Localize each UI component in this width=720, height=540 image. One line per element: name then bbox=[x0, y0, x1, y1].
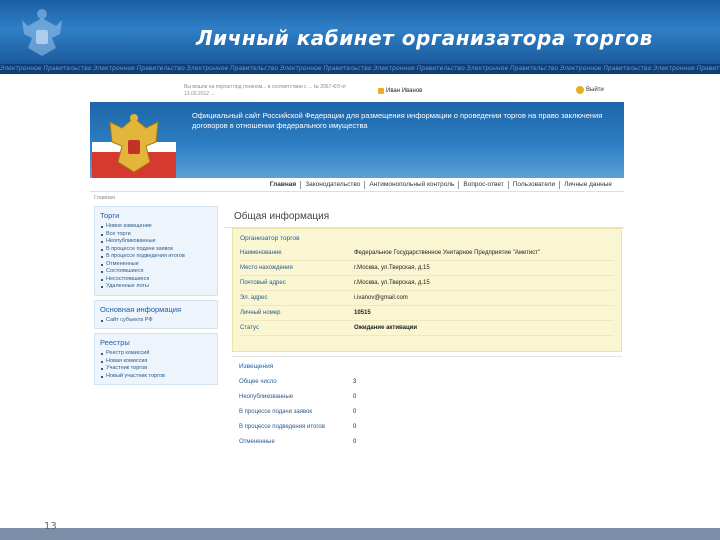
stat-value: 0 bbox=[353, 393, 357, 400]
sidebar-title-registry[interactable]: Реестры bbox=[100, 338, 212, 347]
exit-link[interactable]: Выйти bbox=[586, 87, 604, 93]
stat-value: 0 bbox=[353, 438, 357, 445]
sidebar-item-cancelled[interactable]: Отмененные bbox=[100, 261, 212, 269]
notices-stats-box: Извещения Общее число 3 Неопубликованные… bbox=[232, 356, 622, 446]
nav-item-personal-data[interactable]: Личные данные bbox=[560, 181, 616, 189]
notices-title: Извещения bbox=[239, 363, 274, 370]
sidebar-item-new-participant[interactable]: Новый участник торгов bbox=[100, 373, 212, 381]
stat-row: В процессе подачи заявок 0 bbox=[239, 404, 615, 419]
organizer-label: Место нахождения bbox=[240, 265, 293, 271]
page-title: Общая информация bbox=[224, 206, 624, 228]
sidebar-item-results[interactable]: В процессе подведения итогов bbox=[100, 253, 212, 261]
sidebar-item-applications[interactable]: В процессе подачи заявок bbox=[100, 246, 212, 254]
website-screenshot: Вы вошли на портал под логином... в соот… bbox=[90, 80, 624, 446]
sidebar-item-commission-registry[interactable]: Реестр комиссий bbox=[100, 350, 212, 358]
organizer-row: Личный номер 10515 bbox=[240, 306, 614, 321]
organizer-value: г.Москва, ул.Тверская, д.15 bbox=[354, 280, 430, 286]
sidebar-item-failed[interactable]: Несостоявшиеся bbox=[100, 276, 212, 284]
double-headed-eagle-icon bbox=[92, 114, 176, 180]
organizer-row: Эл. адрес i.ivanov@gmail.com bbox=[240, 291, 614, 306]
nav-item-antimonopoly[interactable]: Антимонопольный контроль bbox=[365, 181, 460, 189]
user-icon bbox=[378, 88, 384, 94]
organizer-email[interactable]: i.ivanov@gmail.com bbox=[354, 295, 408, 301]
stat-row: Неопубликованные 0 bbox=[239, 389, 615, 404]
sidebar-title-torgi[interactable]: Торги bbox=[100, 211, 212, 220]
sidebar-title-info[interactable]: Основная информация bbox=[100, 305, 212, 314]
organizer-label: Личный номер bbox=[240, 310, 281, 316]
organizer-label: Почтовый адрес bbox=[240, 280, 286, 286]
nav-item-faq[interactable]: Вопрос-ответ bbox=[459, 181, 509, 189]
organizer-title: Организатор торгов bbox=[240, 235, 300, 242]
organizer-row: Наименование Федеральное Государственное… bbox=[240, 246, 614, 261]
organizer-value: Федеральное Государственное Унитарное Пр… bbox=[354, 250, 541, 256]
main-nav: Главная Законодательство Антимонопольный… bbox=[90, 178, 624, 192]
sidebar-item-all-torgi[interactable]: Все торги bbox=[100, 231, 212, 239]
nav-item-home[interactable]: Главная bbox=[266, 181, 302, 189]
sidebar-item-new-notice[interactable]: Новое извещение bbox=[100, 223, 212, 231]
organizer-row: Почтовый адрес г.Москва, ул.Тверская, д.… bbox=[240, 276, 614, 291]
main-content: Общая информация Организатор торгов Наим… bbox=[224, 206, 624, 446]
stat-value: 3 bbox=[353, 378, 357, 385]
login-bar: Вы вошли на портал под логином... в соот… bbox=[90, 80, 624, 102]
footer-strip bbox=[0, 528, 720, 540]
sidebar-section-torgi: Торги Новое извещение Все торги Неопубли… bbox=[94, 206, 218, 296]
nav-item-users[interactable]: Пользователи bbox=[509, 181, 561, 189]
sidebar-section-info: Основная информация Сайт субъекта РФ bbox=[94, 299, 218, 329]
sidebar-item-new-commission[interactable]: Новая комиссия bbox=[100, 358, 212, 366]
stat-label[interactable]: В процессе подачи заявок bbox=[239, 409, 353, 415]
breadcrumb[interactable]: Главная bbox=[94, 195, 115, 201]
organizer-info-box: Организатор торгов Наименование Федераль… bbox=[232, 228, 622, 352]
ticker-strip: Электронное Правительство Электронное Пр… bbox=[0, 64, 720, 74]
slide-header: Личный кабинет организатора торгов bbox=[0, 0, 720, 64]
exit-icon[interactable] bbox=[576, 86, 584, 94]
stat-label[interactable]: Неопубликованные bbox=[239, 394, 353, 400]
status-value: Ожидание активации bbox=[354, 325, 418, 331]
slide-title: Личный кабинет организатора торгов bbox=[196, 26, 653, 50]
sidebar-section-registry: Реестры Реестр комиссий Новая комиссия У… bbox=[94, 333, 218, 385]
login-note: Вы вошли на портал под логином... в соот… bbox=[184, 84, 347, 97]
organizer-row: Место нахождения г.Москва, ул.Тверская, … bbox=[240, 261, 614, 276]
stat-label[interactable]: Общее число bbox=[239, 379, 353, 385]
sidebar-item-participant[interactable]: Участник торгов bbox=[100, 365, 212, 373]
slide-number: 13 bbox=[44, 521, 57, 532]
stat-value: 0 bbox=[353, 408, 357, 415]
organizer-label: Статус bbox=[240, 325, 259, 331]
organizer-row: Статус Ожидание активации bbox=[240, 321, 614, 336]
stat-row: Общее число 3 bbox=[239, 374, 615, 389]
coat-of-arms-icon bbox=[22, 9, 62, 56]
banner-text: Официальный сайт Российской Федерации дл… bbox=[192, 111, 603, 130]
user-name-link[interactable]: Иван Иванов bbox=[386, 88, 422, 94]
organizer-label: Эл. адрес bbox=[240, 295, 268, 301]
sidebar: Торги Новое извещение Все торги Неопубли… bbox=[94, 206, 218, 446]
stat-row: В процессе подведения итогов 0 bbox=[239, 419, 615, 434]
organizer-value: 10515 bbox=[354, 310, 371, 316]
sidebar-item-deleted-lots[interactable]: Удаленные лоты bbox=[100, 283, 212, 291]
sidebar-item-completed[interactable]: Состоявшиеся bbox=[100, 268, 212, 276]
stat-value: 0 bbox=[353, 423, 357, 430]
site-banner: Официальный сайт Российской Федерации дл… bbox=[90, 102, 624, 180]
organizer-value: г.Москва, ул.Тверская, д.15 bbox=[354, 265, 430, 271]
stat-label[interactable]: В процессе подведения итогов bbox=[239, 424, 353, 430]
sidebar-item-region-site[interactable]: Сайт субъекта РФ bbox=[100, 317, 212, 325]
sidebar-item-unpublished[interactable]: Неопубликованные bbox=[100, 238, 212, 246]
stat-label[interactable]: Отмененные bbox=[239, 439, 353, 445]
organizer-label: Наименование bbox=[240, 250, 282, 256]
stat-row: Отмененные 0 bbox=[239, 434, 615, 446]
nav-item-legislation[interactable]: Законодательство bbox=[301, 181, 366, 189]
